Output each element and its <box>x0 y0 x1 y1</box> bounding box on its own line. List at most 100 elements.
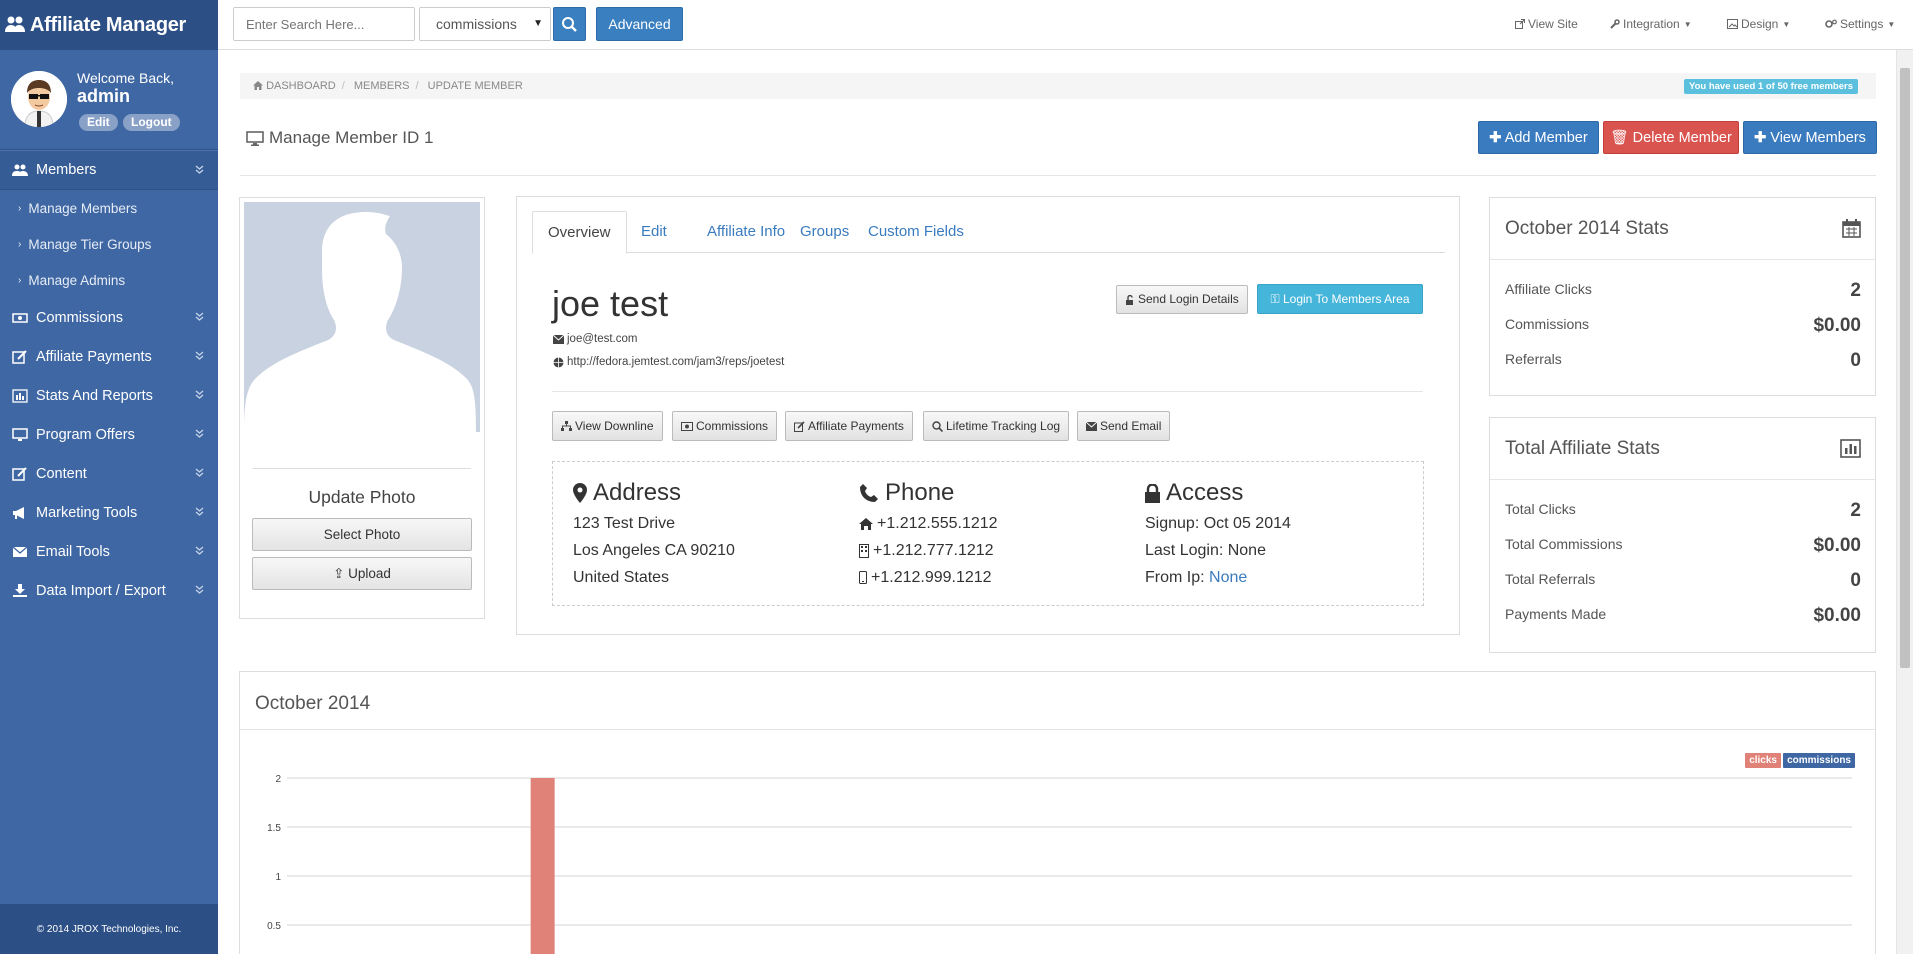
nav-manage-members[interactable]: › Manage Members <box>0 190 218 226</box>
member-url-text[interactable]: http://fedora.jemtest.com/jam3/reps/joet… <box>567 356 784 368</box>
design-label: Design <box>1741 17 1779 31</box>
chevron-down-icon <box>195 468 204 477</box>
stat-row: Referrals 0 <box>1490 342 1875 377</box>
month-stats-title: October 2014 Stats <box>1505 218 1669 239</box>
stat-value: $0.00 <box>1813 605 1861 626</box>
nav-program-offers[interactable]: Program Offers <box>0 415 218 454</box>
stat-row: Payments Made $0.00 <box>1490 597 1875 632</box>
picture-icon <box>1727 19 1738 29</box>
nav-data-import-export[interactable]: Data Import / Export <box>0 571 218 610</box>
chart-panel: October 2014 clicks commissions 2 1.5 1 0.5 <box>239 671 1876 954</box>
address-title: Address <box>593 479 682 506</box>
stat-label: Payments Made <box>1505 606 1607 622</box>
delete-member-button[interactable]: 🗑 Delete Member <box>1603 121 1739 154</box>
settings-menu[interactable]: Settings ▼ <box>1825 17 1895 31</box>
search-input[interactable] <box>233 7 415 41</box>
bullhorn-icon <box>13 506 24 519</box>
nav-label: Marketing Tools <box>36 504 138 521</box>
view-members-button[interactable]: ✚ View Members <box>1743 121 1877 154</box>
nav-manage-tier-groups[interactable]: › Manage Tier Groups <box>0 226 218 262</box>
photo-panel: Update Photo Select Photo ⇪ Upload <box>239 197 485 619</box>
nav-marketing-tools[interactable]: Marketing Tools <box>0 493 218 532</box>
chevron-down-icon <box>195 546 204 555</box>
member-email-text: joe@test.com <box>567 333 638 345</box>
stat-label: Total Clicks <box>1505 501 1576 517</box>
member-panel: Overview Edit Affiliate Info Groups Cust… <box>516 196 1460 635</box>
from-ip-link[interactable]: None <box>1209 564 1247 591</box>
chevron-down-icon <box>195 507 204 516</box>
search-button[interactable] <box>553 7 586 41</box>
logout-button[interactable]: Logout <box>123 114 180 131</box>
chevron-right-icon: › <box>18 274 22 286</box>
page-title-text: Manage Member ID 1 <box>269 128 434 147</box>
nav-sub-label: Manage Members <box>28 200 138 216</box>
nav-commissions[interactable]: Commissions <box>0 298 218 337</box>
nav-content[interactable]: Content <box>0 454 218 493</box>
delete-member-label: Delete Member <box>1632 130 1732 146</box>
silhouette-image <box>244 202 480 432</box>
upload-button[interactable]: ⇪ Upload <box>252 557 472 590</box>
lifetime-tracking-log-button[interactable]: Lifetime Tracking Log <box>923 411 1070 441</box>
stat-value: 2 <box>1850 500 1861 521</box>
tab-custom-fields[interactable]: Custom Fields <box>853 211 979 254</box>
nav-label: Program Offers <box>36 426 135 443</box>
brand[interactable]: Affiliate Manager <box>0 0 218 50</box>
edit-profile-button[interactable]: Edit <box>79 114 118 131</box>
nav-manage-admins[interactable]: › Manage Admins <box>0 262 218 298</box>
send-login-label: Send Login Details <box>1138 292 1239 306</box>
commissions-button[interactable]: Commissions <box>672 411 778 441</box>
access-title: Access <box>1166 479 1244 506</box>
send-email-button[interactable]: Send Email <box>1077 411 1171 441</box>
phone-mobile: +1.212.999.1212 <box>859 564 998 591</box>
chart-plot: 2 1.5 1 0.5 <box>267 774 1852 954</box>
lock-icon <box>1145 483 1160 503</box>
chevron-down-icon <box>195 351 204 360</box>
scrollbar-thumb[interactable] <box>1900 68 1910 668</box>
nav-sub-label: Manage Admins <box>28 272 126 288</box>
view-downline-button[interactable]: View Downline <box>552 411 663 441</box>
avatar-image <box>11 71 67 127</box>
caret-down-icon: ▼ <box>1782 19 1791 29</box>
tab-edit[interactable]: Edit <box>626 211 682 254</box>
plus-icon: ✚ <box>1489 130 1502 146</box>
nav-members-label: Members <box>36 162 97 178</box>
bar-clicks <box>530 778 555 954</box>
divider <box>552 391 1423 392</box>
trash-icon: 🗑 <box>1610 130 1629 146</box>
phone-title: Phone <box>885 479 955 506</box>
login-members-area-button[interactable]: ⚿ Login To Members Area <box>1257 284 1423 314</box>
phone-icon <box>860 484 878 502</box>
divider <box>253 468 471 469</box>
page-scrollbar[interactable] <box>1896 50 1913 954</box>
from-ip: From Ip: None <box>1145 564 1291 591</box>
breadcrumb-dashboard[interactable]: DASHBOARD <box>266 80 336 92</box>
advanced-search-button[interactable]: Advanced <box>596 7 683 41</box>
money-icon <box>12 312 28 323</box>
design-menu[interactable]: Design ▼ <box>1727 17 1790 31</box>
send-login-details-button[interactable]: Send Login Details <box>1116 285 1248 314</box>
phone-heading: Phone <box>859 479 998 506</box>
affiliate-payments-button[interactable]: Affiliate Payments <box>785 411 913 441</box>
view-members-label: View Members <box>1770 130 1866 146</box>
view-site-link[interactable]: View Site <box>1515 17 1578 31</box>
tab-affiliate-info[interactable]: Affiliate Info <box>692 211 800 254</box>
nav-stats-and-reports[interactable]: Stats And Reports <box>0 376 218 415</box>
nav-affiliate-payments[interactable]: Affiliate Payments <box>0 337 218 376</box>
stat-label: Commissions <box>1505 316 1590 332</box>
integration-menu[interactable]: Integration ▼ <box>1610 17 1692 31</box>
address-line: Los Angeles CA 90210 <box>573 542 735 559</box>
select-photo-button[interactable]: Select Photo <box>252 518 472 551</box>
edit-icon <box>794 420 805 432</box>
breadcrumb-members[interactable]: MEMBERS <box>354 80 410 92</box>
add-member-label: Add Member <box>1504 130 1588 146</box>
envelope-icon <box>12 546 28 557</box>
nav-members[interactable]: Members <box>0 150 218 190</box>
access-section: Access Signup: Oct 05 2014 Last Login: N… <box>1145 479 1291 591</box>
home-icon <box>253 81 263 90</box>
nav-email-tools[interactable]: Email Tools <box>0 532 218 571</box>
edit-icon <box>12 466 27 481</box>
add-member-button[interactable]: ✚ Add Member <box>1478 121 1599 154</box>
member-url: http://fedora.jemtest.com/jam3/reps/joet… <box>553 356 784 368</box>
search-scope-select[interactable]: commissions ▼ <box>419 7 551 41</box>
tab-overview[interactable]: Overview <box>532 211 627 254</box>
